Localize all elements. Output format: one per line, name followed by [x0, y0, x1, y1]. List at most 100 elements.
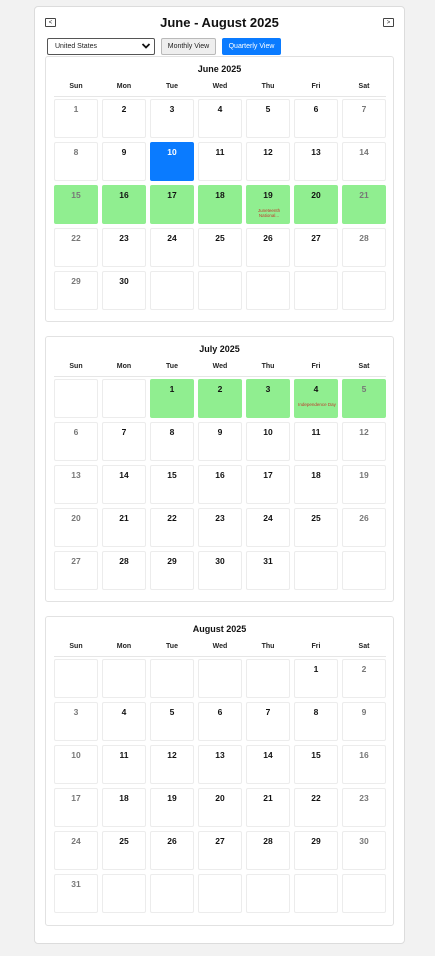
day-cell[interactable]: 4 — [102, 702, 146, 741]
day-cell[interactable]: 11 — [294, 422, 338, 461]
day-cell[interactable]: 14 — [246, 745, 290, 784]
day-cell[interactable]: 31 — [246, 551, 290, 590]
day-cell[interactable]: 9 — [198, 422, 242, 461]
holiday-label: Juneteenth National... — [257, 208, 281, 218]
day-cell[interactable]: 14 — [342, 142, 386, 181]
day-cell[interactable]: 15 — [294, 745, 338, 784]
day-cell[interactable]: 6 — [198, 702, 242, 741]
day-cell[interactable]: 4 — [198, 99, 242, 138]
day-cell[interactable]: 2 — [198, 379, 242, 418]
day-cell[interactable]: 22 — [294, 788, 338, 827]
day-cell[interactable]: 1 — [54, 99, 98, 138]
day-cell[interactable]: 21 — [342, 185, 386, 224]
day-cell[interactable]: 28 — [246, 831, 290, 870]
day-cell[interactable]: 19 — [150, 788, 194, 827]
day-cell[interactable]: 18 — [102, 788, 146, 827]
day-cell[interactable]: 31 — [54, 874, 98, 913]
day-cell[interactable]: 8 — [294, 702, 338, 741]
day-cell[interactable]: 30 — [198, 551, 242, 590]
day-cell[interactable]: 23 — [102, 228, 146, 267]
day-cell[interactable]: 12 — [342, 422, 386, 461]
day-cell[interactable]: 6 — [54, 422, 98, 461]
day-cell[interactable]: 25 — [102, 831, 146, 870]
day-cell[interactable]: 11 — [198, 142, 242, 181]
day-cell[interactable]: 9 — [102, 142, 146, 181]
day-cell[interactable]: 27 — [198, 831, 242, 870]
day-cell[interactable]: 15 — [54, 185, 98, 224]
day-cell[interactable]: 2 — [342, 659, 386, 698]
day-cell[interactable]: 29 — [150, 551, 194, 590]
day-cell[interactable]: 21 — [246, 788, 290, 827]
day-cell[interactable]: 13 — [294, 142, 338, 181]
day-cell[interactable]: 13 — [198, 745, 242, 784]
day-cell[interactable]: 26 — [150, 831, 194, 870]
day-cell[interactable]: 5 — [246, 99, 290, 138]
day-cell[interactable]: 26 — [342, 508, 386, 547]
day-cell[interactable]: 15 — [150, 465, 194, 504]
day-cell[interactable]: 21 — [102, 508, 146, 547]
day-cell[interactable]: 10 — [246, 422, 290, 461]
day-cell[interactable]: 3 — [54, 702, 98, 741]
monthly-view-button[interactable]: Monthly View — [161, 38, 216, 55]
day-cell[interactable]: 25 — [198, 228, 242, 267]
day-number: 25 — [119, 836, 129, 846]
day-cell[interactable]: 23 — [342, 788, 386, 827]
day-cell[interactable]: 5 — [342, 379, 386, 418]
day-cell[interactable]: 10 — [54, 745, 98, 784]
day-cell[interactable]: 30 — [102, 271, 146, 310]
day-cell[interactable]: 11 — [102, 745, 146, 784]
day-cell[interactable]: 20 — [198, 788, 242, 827]
day-cell[interactable]: 17 — [150, 185, 194, 224]
day-cell[interactable]: 6 — [294, 99, 338, 138]
day-cell[interactable]: 19 Juneteenth National... — [246, 185, 290, 224]
day-cell[interactable]: 2 — [102, 99, 146, 138]
day-cell[interactable]: 12 — [246, 142, 290, 181]
day-cell[interactable]: 29 — [54, 271, 98, 310]
day-cell[interactable]: 22 — [54, 228, 98, 267]
next-period-button[interactable]: > — [383, 18, 394, 27]
day-cell[interactable]: 24 — [246, 508, 290, 547]
day-cell[interactable]: 27 — [294, 228, 338, 267]
day-cell[interactable]: 10 — [150, 142, 194, 181]
day-cell[interactable]: 19 — [342, 465, 386, 504]
day-cell[interactable]: 8 — [54, 142, 98, 181]
day-cell[interactable]: 1 — [150, 379, 194, 418]
day-cell[interactable]: 7 — [246, 702, 290, 741]
day-cell[interactable]: 5 — [150, 702, 194, 741]
day-cell[interactable]: 16 — [102, 185, 146, 224]
day-cell[interactable]: 22 — [150, 508, 194, 547]
day-cell[interactable]: 27 — [54, 551, 98, 590]
day-cell[interactable]: 24 — [150, 228, 194, 267]
day-cell[interactable]: 18 — [294, 465, 338, 504]
day-cell[interactable]: 16 — [342, 745, 386, 784]
day-cell[interactable]: 24 — [54, 831, 98, 870]
day-cell[interactable]: 17 — [54, 788, 98, 827]
day-cell[interactable]: 13 — [54, 465, 98, 504]
day-cell[interactable]: 14 — [102, 465, 146, 504]
day-cell[interactable]: 8 — [150, 422, 194, 461]
empty-day-cell — [102, 379, 146, 418]
day-cell[interactable]: 7 — [342, 99, 386, 138]
day-cell[interactable]: 26 — [246, 228, 290, 267]
day-cell[interactable]: 3 — [246, 379, 290, 418]
day-cell[interactable]: 12 — [150, 745, 194, 784]
day-cell[interactable]: 7 — [102, 422, 146, 461]
day-number: 29 — [311, 836, 321, 846]
day-cell[interactable]: 20 — [54, 508, 98, 547]
day-cell[interactable]: 20 — [294, 185, 338, 224]
day-cell[interactable]: 17 — [246, 465, 290, 504]
day-cell[interactable]: 3 — [150, 99, 194, 138]
day-cell[interactable]: 28 — [102, 551, 146, 590]
day-cell[interactable]: 18 — [198, 185, 242, 224]
quarterly-view-button[interactable]: Quarterly View — [222, 38, 281, 55]
country-select[interactable]: United States — [47, 38, 155, 55]
day-cell[interactable]: 29 — [294, 831, 338, 870]
day-cell[interactable]: 23 — [198, 508, 242, 547]
day-cell[interactable]: 4 Independence Day — [294, 379, 338, 418]
day-cell[interactable]: 25 — [294, 508, 338, 547]
day-cell[interactable]: 1 — [294, 659, 338, 698]
day-cell[interactable]: 9 — [342, 702, 386, 741]
day-cell[interactable]: 30 — [342, 831, 386, 870]
day-cell[interactable]: 16 — [198, 465, 242, 504]
day-cell[interactable]: 28 — [342, 228, 386, 267]
